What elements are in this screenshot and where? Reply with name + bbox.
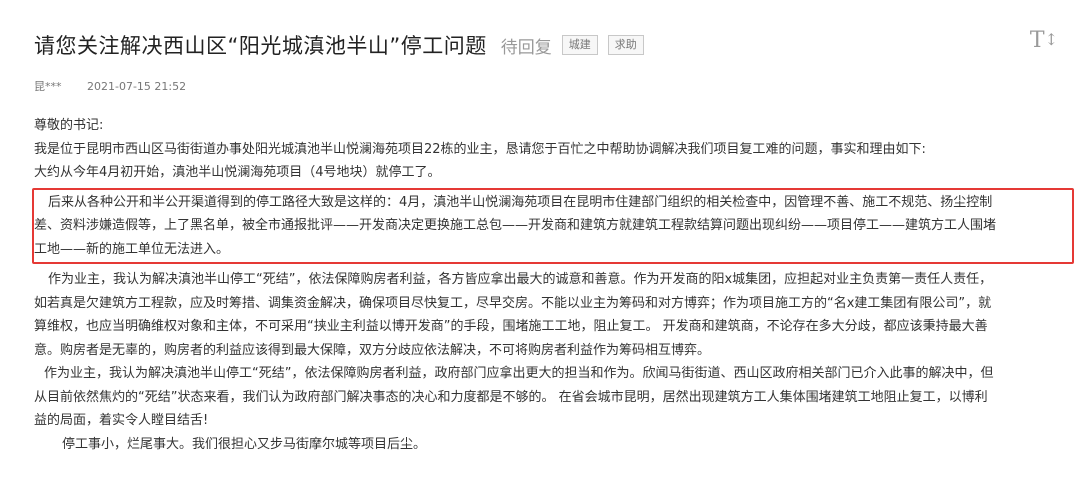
highlight-line: 差、资料涉嫌造假等，上了黑名单，被全市通报批评——开发商决定更换施工总包——开发… xyxy=(34,218,997,233)
highlight-line: 工地——新的施工单位无法进入。 xyxy=(34,241,230,257)
tag-city-construction[interactable]: 城建 xyxy=(561,35,598,55)
paragraph-developer: 作为业主，我认为解决滇池半山停工“死结”，依法保障购房者利益，各方皆应拿出最大的… xyxy=(34,272,993,358)
paragraph-intro: 我是位于昆明市西山区马街街道办事处阳光城滇池半山悦澜海苑项目22栋的业主，恳请您… xyxy=(34,141,926,157)
post-body: 尊敬的书记: 我是位于昆明市西山区马街街道办事处阳光城滇池半山悦澜海苑项目22栋… xyxy=(32,114,1074,456)
paragraph-stop-date: 大约从今年4月初开始，滇池半山悦澜海苑项目（4号地块）就停工了。 xyxy=(34,165,441,180)
status-label: 待回复 xyxy=(500,37,552,58)
post-meta: 昆*** 2021-07-15 21:52 xyxy=(34,78,186,94)
tag-help[interactable]: 求助 xyxy=(607,35,644,55)
highlighted-paragraph: 后来从各种公开和半公开渠道得到的停工路径大致是这样的：4月，滇池半山悦澜海苑项目… xyxy=(32,187,1074,264)
font-size-toggle-icon[interactable]: T↕ xyxy=(1030,28,1058,53)
salutation: 尊敬的书记: xyxy=(34,118,104,133)
post-header: 请您关注解决西山区“阳光城滇池半山”停工问题 待回复 城建 求助 xyxy=(34,30,1060,60)
post-date: 2021-07-15 21:52 xyxy=(87,80,187,93)
paragraph-closing: 停工事小，烂尾事大。我们很担心又步马街摩尔城等项目后尘。 xyxy=(62,436,427,452)
highlight-line: 后来从各种公开和半公开渠道得到的停工路径大致是这样的：4月，滇池半山悦澜海苑项目… xyxy=(48,194,993,210)
author-name: 昆*** xyxy=(34,80,62,93)
post-title: 请您关注解决西山区“阳光城滇池半山”停工问题 xyxy=(34,34,487,58)
paragraph-government: 作为业主，我认为解决滇池半山停工“死结”，依法保障购房者利益，政府部门应拿出更大… xyxy=(34,366,994,428)
